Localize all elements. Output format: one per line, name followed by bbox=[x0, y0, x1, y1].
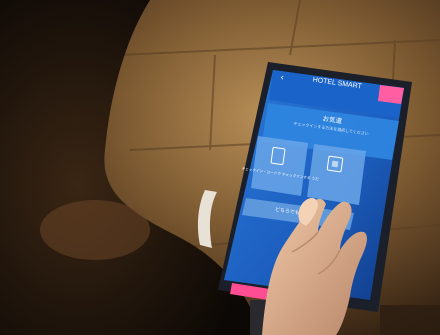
option-card-right[interactable] bbox=[307, 144, 366, 205]
person-hair-highlight bbox=[40, 200, 150, 260]
corner-badge bbox=[378, 85, 404, 104]
table-edge bbox=[380, 305, 440, 335]
scene-illustration: HOTEL SMART ‹ お気遣 チェックインする方法を選択してください チェ… bbox=[0, 0, 440, 335]
option-card-left[interactable] bbox=[251, 136, 308, 196]
photo-scene: HOTEL SMART ‹ お気遣 チェックインする方法を選択してください チェ… bbox=[0, 0, 440, 335]
